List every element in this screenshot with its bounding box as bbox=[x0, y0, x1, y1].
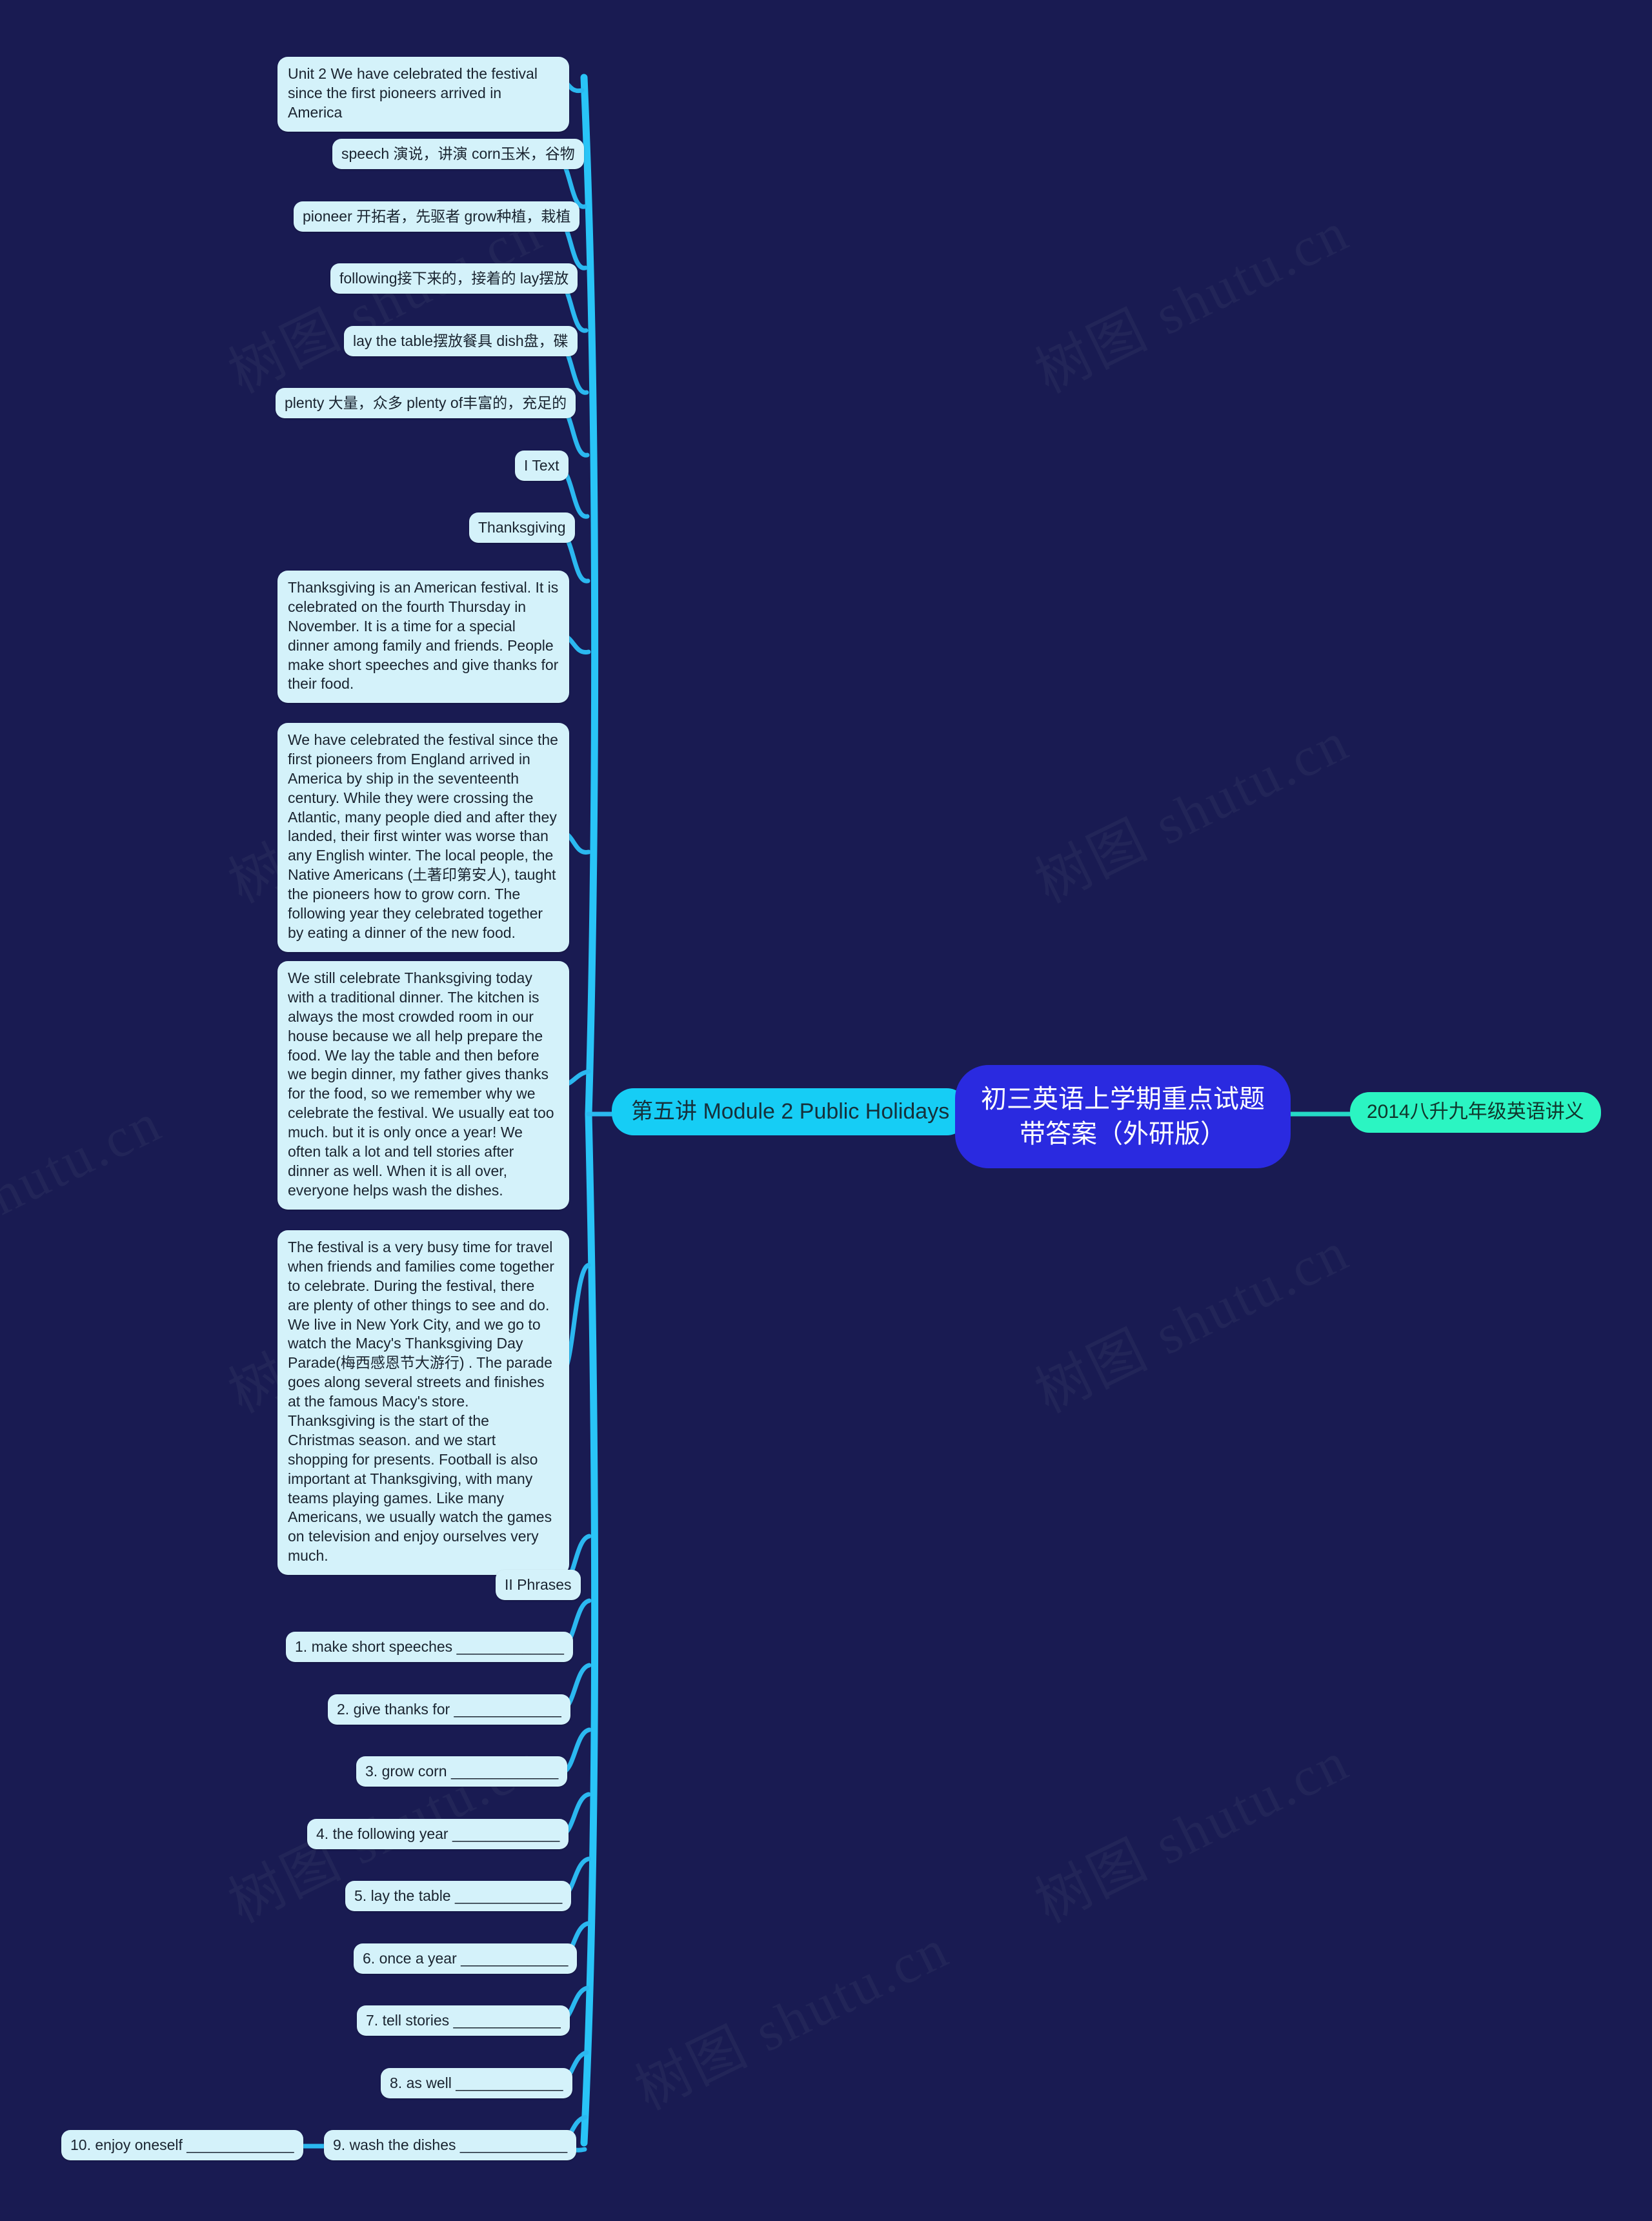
node-phrase-10[interactable]: 10. enjoy oneself _____________ bbox=[61, 2130, 303, 2161]
node-sibling-lecture-series[interactable]: 2014八升九年级英语讲义 bbox=[1350, 1092, 1601, 1133]
node-phrase-7[interactable]: 7. tell stories _____________ bbox=[357, 2005, 570, 2036]
node-phrase-9[interactable]: 9. wash the dishes _____________ bbox=[324, 2130, 577, 2161]
node-paragraph-1[interactable]: Thanksgiving is an American festival. It… bbox=[277, 571, 569, 704]
node-lay-the-table[interactable]: lay the table摆放餐具 dish盘，碟 bbox=[344, 326, 578, 357]
node-phrase-4[interactable]: 4. the following year _____________ bbox=[307, 1819, 569, 1850]
mindmap-canvas: 树图 shutu.cn 树图 shutu.cn 树图 shutu.cn 树图 s… bbox=[0, 0, 1652, 2221]
node-following[interactable]: following接下来的，接着的 lay摆放 bbox=[330, 263, 578, 294]
node-phrase-5[interactable]: 5. lay the table _____________ bbox=[345, 1881, 572, 1912]
node-root-title[interactable]: 初三英语上学期重点试题 带答案（外研版） bbox=[955, 1065, 1291, 1168]
node-paragraph-3[interactable]: We still celebrate Thanksgiving today wi… bbox=[277, 961, 569, 1210]
node-phrases-heading[interactable]: II Phrases bbox=[496, 1570, 581, 1601]
node-paragraph-2[interactable]: We have celebrated the festival since th… bbox=[277, 723, 569, 952]
node-phrase-3[interactable]: 3. grow corn _____________ bbox=[356, 1756, 568, 1787]
node-unit2[interactable]: Unit 2 We have celebrated the festival s… bbox=[277, 57, 569, 132]
node-phrase-1[interactable]: 1. make short speeches _____________ bbox=[286, 1632, 573, 1663]
node-thanksgiving[interactable]: Thanksgiving bbox=[469, 512, 575, 543]
node-phrase-8[interactable]: 8. as well _____________ bbox=[381, 2068, 572, 2099]
node-i-text[interactable]: I Text bbox=[515, 451, 569, 482]
node-speech[interactable]: speech 演说，讲演 corn玉米，谷物 bbox=[332, 139, 584, 170]
node-phrase-6[interactable]: 6. once a year _____________ bbox=[354, 1943, 578, 1974]
node-pioneer[interactable]: pioneer 开拓者，先驱者 grow种植，栽植 bbox=[294, 201, 580, 232]
node-plenty[interactable]: plenty 大量，众多 plenty of丰富的，充足的 bbox=[276, 388, 576, 419]
node-phrase-2[interactable]: 2. give thanks for _____________ bbox=[328, 1694, 570, 1725]
node-paragraph-4[interactable]: The festival is a very busy time for tra… bbox=[277, 1230, 569, 1576]
node-branch-lecture-5[interactable]: 第五讲 Module 2 Public Holidays bbox=[612, 1088, 969, 1136]
